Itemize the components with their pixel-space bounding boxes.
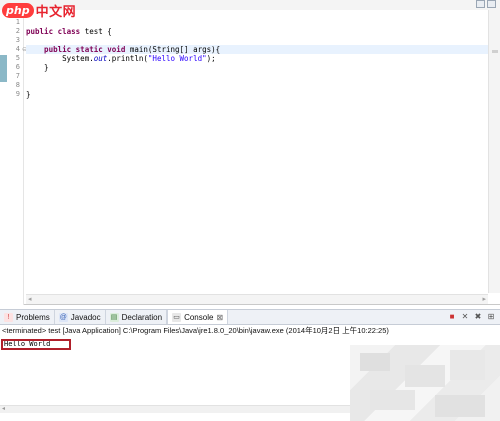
line-number: 3 (15, 36, 20, 44)
editor-window-controls (476, 0, 496, 8)
logo-text: 中文网 (35, 4, 77, 20)
declaration-icon: ▤ (109, 312, 119, 322)
code-line: } (26, 63, 486, 72)
console-icon: ▭ (172, 312, 182, 322)
code-line: } (26, 90, 486, 99)
scroll-left-icon[interactable]: ◂ (2, 405, 5, 412)
code-text: System. (26, 54, 94, 63)
code-text: .println( (107, 54, 148, 63)
line-number: 4 (15, 45, 20, 53)
tab-label: Console (184, 312, 214, 322)
code-text: } (26, 90, 31, 99)
code-editor[interactable]: 1 2 3 4 ⊖ 5 6 7 8 9 public class test { … (0, 0, 500, 305)
logo-php-badge: php (2, 2, 34, 18)
watermark-block (435, 395, 485, 417)
code-text: main(String[] args){ (125, 45, 221, 54)
watermark-block (370, 390, 415, 410)
tab-declaration[interactable]: ▤ Declaration (106, 310, 168, 324)
minimize-icon[interactable] (476, 0, 485, 8)
tab-label: Declaration (121, 312, 163, 322)
site-logo: php 中文网 (2, 0, 76, 20)
bottom-panel-tabs: ! Problems @ Javadoc ▤ Declaration ▭ Con… (0, 309, 500, 325)
keyword: public static void (26, 45, 126, 54)
overview-mark (492, 50, 498, 53)
close-icon[interactable]: ⊠ (216, 313, 223, 322)
scroll-left-icon[interactable]: ◂ (28, 295, 32, 304)
maximize-icon[interactable] (487, 0, 496, 8)
console-horizontal-scrollbar[interactable]: ◂ (0, 405, 350, 413)
remove-launch-icon[interactable]: ✕ (460, 312, 470, 322)
string-literal: "Hello World" (147, 54, 207, 63)
line-number: 8 (15, 81, 20, 89)
code-line: System.out.println("Hello World"); (26, 54, 486, 63)
console-output-text: Hello World (1, 339, 71, 350)
line-number: 9 (15, 90, 20, 98)
left-overview-ruler (0, 10, 10, 305)
watermark-block (450, 350, 485, 380)
remove-all-icon[interactable]: ✖ (473, 312, 483, 322)
code-text: } (26, 63, 49, 72)
blurred-watermark (350, 345, 500, 421)
code-text-area[interactable]: public class test { public static void m… (26, 10, 486, 290)
javadoc-icon: @ (58, 312, 68, 322)
line-number: 5 (15, 54, 20, 62)
editor-vertical-scrollbar[interactable] (488, 10, 500, 293)
code-text: test { (80, 27, 112, 36)
static-field: out (93, 54, 108, 63)
tab-label: Problems (16, 312, 50, 322)
line-number: 6 (15, 63, 20, 71)
tab-label: Javadoc (70, 312, 101, 322)
watermark-block (360, 353, 390, 371)
console-process-header: <terminated> test [Java Application] C:\… (0, 325, 500, 337)
pin-icon[interactable]: ⊞ (486, 312, 496, 322)
keyword: public class (26, 27, 81, 36)
terminate-icon[interactable]: ■ (447, 312, 457, 322)
tab-console[interactable]: ▭ Console ⊠ (167, 310, 229, 324)
tab-javadoc[interactable]: @ Javadoc (55, 310, 106, 324)
watermark-block (405, 365, 445, 387)
code-line: public static void main(String[] args){ (26, 45, 486, 54)
line-number: 2 (15, 27, 20, 35)
tab-problems[interactable]: ! Problems (0, 310, 55, 324)
editor-horizontal-scrollbar[interactable]: ◂ ▸ (26, 294, 488, 304)
console-toolbar: ■ ✕ ✖ ⊞ (447, 310, 500, 324)
scroll-right-icon[interactable]: ▸ (482, 295, 486, 304)
code-text: ); (206, 54, 216, 63)
change-marker (0, 55, 7, 82)
line-number: 7 (15, 72, 20, 80)
code-line: public class test { (26, 27, 486, 36)
line-number-gutter: 1 2 3 4 ⊖ 5 6 7 8 9 (10, 10, 27, 305)
problems-icon: ! (4, 312, 13, 322)
